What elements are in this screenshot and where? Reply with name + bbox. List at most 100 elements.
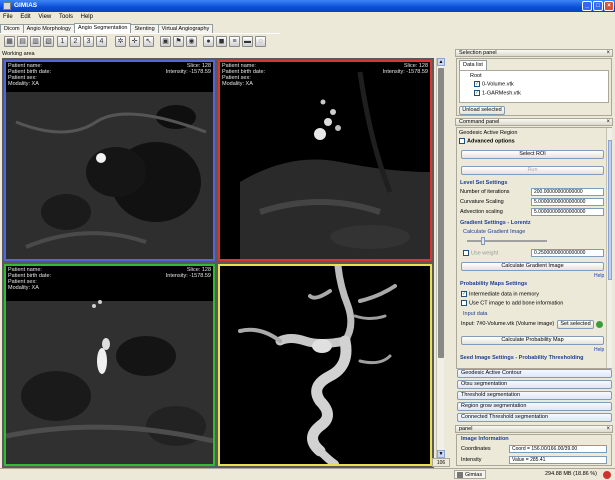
gimias-task-button[interactable]: Gimias: [454, 470, 486, 479]
run-button[interactable]: Run: [461, 166, 604, 175]
gradient-slider-track[interactable]: [467, 240, 547, 242]
close-icon[interactable]: ×: [606, 119, 610, 126]
info-panel: Image Information Coordinates Coord = 15…: [456, 434, 612, 466]
pointer-icon[interactable]: ↖: [143, 36, 154, 47]
select-roi-button[interactable]: Select ROI: [461, 150, 604, 159]
scroll-up-icon[interactable]: ▲: [437, 58, 445, 66]
tree-item-volume[interactable]: ✓ 0-Volume.vtk: [474, 81, 514, 87]
tab-angio-segmentation[interactable]: Angio Segmentation: [73, 23, 132, 33]
cube-icon[interactable]: ◼: [216, 36, 227, 47]
command-panel-scroll-thumb[interactable]: [608, 140, 612, 280]
status-bar: Gimias 294.88 MB (18.86 %): [0, 468, 615, 480]
tree-item-mesh[interactable]: ✓ 1-GARMesh.vtk: [474, 90, 521, 96]
tab-data-list[interactable]: Data list: [459, 60, 487, 70]
intermediate-data-option[interactable]: ✓ Intermediate data in memory: [461, 291, 539, 297]
layout-3d-icon[interactable]: ▥: [30, 36, 41, 47]
maximize-button[interactable]: □: [593, 1, 603, 11]
unload-selected-button[interactable]: Unload selected: [459, 106, 505, 115]
set-selected-button[interactable]: Set selected: [557, 320, 594, 329]
selection-panel-title: Selection panel: [459, 50, 497, 56]
layout-2x2-icon[interactable]: ▤: [17, 36, 28, 47]
command-panel-scrollbar[interactable]: [606, 128, 612, 368]
gradient-slider-handle[interactable]: [481, 237, 485, 245]
use-weight-option[interactable]: Use weight: [463, 250, 498, 256]
seed-settings-title: Seed Image Settings - Probability Thresh…: [460, 355, 584, 361]
gear-icon[interactable]: ✲: [115, 36, 126, 47]
layout-1x3-icon[interactable]: ▧: [43, 36, 54, 47]
advection-label: Advection scaling: [460, 209, 503, 215]
tree-root[interactable]: Root: [470, 73, 482, 79]
menu-file[interactable]: File: [0, 12, 16, 22]
crosshair-icon[interactable]: ✛: [129, 36, 140, 47]
close-button[interactable]: ×: [604, 1, 614, 11]
advection-input[interactable]: 5.00000000000000000: [531, 208, 604, 216]
calculate-probability-button[interactable]: Calculate Probability Map: [461, 336, 604, 345]
minimize-button[interactable]: _: [582, 1, 592, 11]
probability-help-link[interactable]: Help: [594, 347, 604, 353]
viewport-coronal[interactable]: Patient name: Patient birth date: Patient …: [4, 264, 215, 466]
tab-dicom[interactable]: Dicom: [0, 24, 24, 33]
viewport-coronal-patient-info: Patient name: Patient birth date: Patient …: [8, 267, 52, 291]
tab-stenting[interactable]: Stenting: [130, 24, 159, 33]
view-4-icon[interactable]: 4: [96, 36, 107, 47]
curvature-label: Curvature Scaling: [460, 199, 504, 205]
calculate-gradient-button[interactable]: Calculate Gradient Image: [461, 262, 604, 271]
viewport-sagittal-slice-info: Slice: 128 Intensity: -1578.59: [382, 63, 428, 75]
eye-icon[interactable]: ◉: [186, 36, 197, 47]
menu-edit[interactable]: Edit: [17, 12, 33, 22]
method-geodesic-active-contour[interactable]: Geodesic Active Contour: [457, 369, 612, 378]
lasso-icon[interactable]: ◌: [255, 36, 266, 47]
status-ok-icon: [596, 321, 603, 328]
sagittal-slice-image: [240, 71, 430, 259]
iterations-label: Number of iterations: [460, 189, 510, 195]
command-panel-header: Command panel ×: [455, 118, 613, 126]
memory-usage: 294.88 MB (18.86 %): [545, 471, 597, 477]
advanced-options-toggle[interactable]: Advanced options: [459, 138, 515, 144]
iterations-input[interactable]: 200.00000000000000: [531, 188, 604, 196]
checkbox-checked-icon: ✓: [474, 81, 480, 87]
viewport-sagittal[interactable]: Patient name: Patient birth date: Patient …: [218, 60, 432, 261]
scrollbar-thumb[interactable]: [438, 68, 444, 358]
scroll-down-icon[interactable]: ▼: [437, 450, 445, 458]
menu-help[interactable]: Help: [78, 12, 96, 22]
globe-icon[interactable]: ●: [203, 36, 214, 47]
viewport-axial[interactable]: Patient name: Patient birth date: Patient …: [4, 60, 215, 261]
method-connected-threshold[interactable]: Connected Threshold segmentation: [457, 413, 612, 422]
probability-maps-title: Probability Maps Settings: [460, 281, 528, 287]
database-icon[interactable]: ≡: [229, 36, 240, 47]
memory-status-icon: [603, 471, 611, 479]
gradient-group-label: Calculate Gradient Image: [463, 229, 526, 235]
plugin-tabs: Dicom Angio Morphology Angio Segmentation S…: [0, 23, 230, 33]
view-1-icon[interactable]: 1: [57, 36, 68, 47]
layout-grid-icon[interactable]: ▦: [4, 36, 15, 47]
use-ct-option[interactable]: Use CT image to add bone information: [461, 300, 563, 306]
menu-view[interactable]: View: [35, 12, 54, 22]
method-region-grow[interactable]: Region grow segmentation: [457, 402, 612, 411]
info-panel-header: panel ×: [455, 425, 613, 433]
working-area-scrollbar[interactable]: ▲ ▼: [436, 58, 445, 458]
viewport-3d[interactable]: [218, 264, 432, 466]
flag-icon[interactable]: ⚑: [173, 36, 184, 47]
menu-tools[interactable]: Tools: [56, 12, 76, 22]
gradient-help-link[interactable]: Help: [594, 273, 604, 279]
coordinates-value: Coord = 156.00/166.00/39.00: [509, 445, 607, 453]
lock-icon[interactable]: ▣: [160, 36, 171, 47]
zoom-indicator: 106 ET: [432, 458, 450, 475]
gradient-value-input[interactable]: 0.25000000000000000: [531, 249, 604, 257]
tab-angio-morphology[interactable]: Angio Morphology: [22, 24, 75, 33]
checkbox-checked-icon: ✓: [461, 291, 467, 297]
window-title: GIMIAS: [14, 2, 38, 9]
curvature-input[interactable]: 5.00000000000000000: [531, 198, 604, 206]
close-icon[interactable]: ×: [606, 426, 610, 433]
command-panel: Geodesic Active Region Advanced options …: [456, 127, 612, 369]
method-otsu[interactable]: Otsu segmentation: [457, 380, 612, 389]
close-icon[interactable]: ×: [606, 50, 610, 57]
method-threshold[interactable]: Threshold segmentation: [457, 391, 612, 400]
info-panel-title: panel: [459, 426, 473, 432]
input-data-text: Input: 7#0-Volume.vtk (Volume image): [461, 321, 555, 327]
view-3-icon[interactable]: 3: [83, 36, 94, 47]
tab-virtual-angiography[interactable]: Virtual Angiography: [157, 24, 214, 33]
viewport-sagittal-patient-info: Patient name: Patient birth date: Patient …: [222, 63, 266, 87]
view-2-icon[interactable]: 2: [70, 36, 81, 47]
ruler-icon[interactable]: ▬: [242, 36, 253, 47]
